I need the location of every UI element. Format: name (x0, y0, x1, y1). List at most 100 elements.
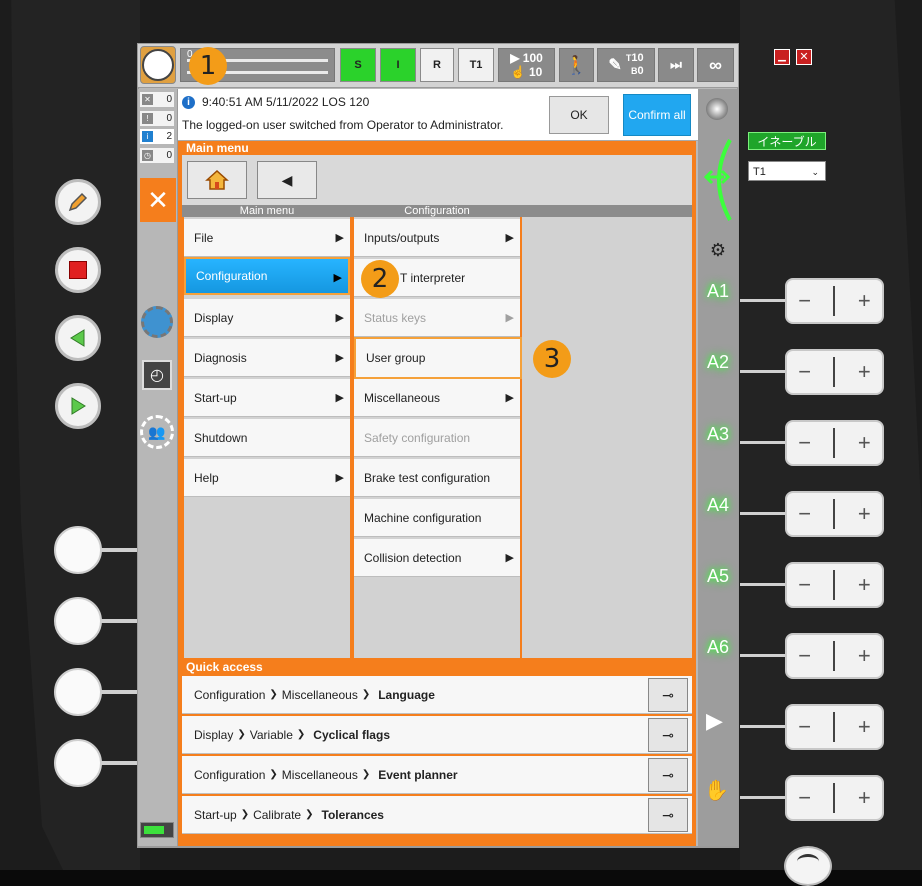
override-indicator[interactable]: ▶ 100 ☝ 10 (498, 48, 555, 82)
submenu-item-user-group[interactable]: User group (354, 337, 522, 379)
user-key-3[interactable] (54, 668, 102, 716)
wait-message-counter[interactable]: ◷ 0 (140, 148, 174, 163)
menu-item-help[interactable]: Help ▶ (184, 459, 350, 497)
plus-icon[interactable]: + (858, 643, 871, 669)
submenu-item-label: Status keys (364, 310, 427, 325)
back-button[interactable]: ◀ (257, 161, 317, 199)
jog-key-7[interactable]: − + (785, 704, 884, 750)
unpin-button[interactable]: ⊸ (648, 678, 688, 712)
plus-icon[interactable]: + (858, 785, 871, 811)
close-menu-button[interactable]: ✕ (140, 178, 176, 222)
globe-icon[interactable] (706, 98, 728, 120)
jog-key-a2[interactable]: − + (785, 349, 884, 395)
submenu-item-inputs-outputs[interactable]: Inputs/outputs ▶ (354, 219, 520, 257)
axis-label-a5: A5 (706, 566, 730, 586)
hand-jog-icon[interactable]: ✋ (704, 778, 729, 803)
minimize-button[interactable]: ▁ (774, 49, 790, 65)
incremental-jog-indicator[interactable]: ⏭ (658, 48, 694, 82)
quick-access-row[interactable]: Configuration ❯ Miscellaneous ❯ Language ⊸ (182, 676, 692, 714)
jog-key-a3[interactable]: − + (785, 420, 884, 466)
home-button[interactable] (187, 161, 247, 199)
quick-access-row[interactable]: Start-up ❯ Calibrate ❯ Tolerances ⊸ (182, 796, 692, 834)
jog-key-a5[interactable]: − + (785, 562, 884, 608)
menu-item-diagnosis[interactable]: Diagnosis ▶ (184, 339, 350, 377)
minus-icon[interactable]: − (798, 643, 811, 669)
user-key-4[interactable] (54, 739, 102, 787)
menu-item-display[interactable]: Display ▶ (184, 299, 350, 337)
minus-icon[interactable]: − (798, 785, 811, 811)
jog-key-a4[interactable]: − + (785, 491, 884, 537)
kuka-hardware-button[interactable] (784, 846, 832, 886)
program-state-indicator[interactable]: R (420, 48, 454, 82)
user-key-2[interactable] (54, 597, 102, 645)
operating-mode-indicator[interactable]: T1 (458, 48, 494, 82)
minus-icon[interactable]: − (798, 572, 811, 598)
plus-icon[interactable]: + (858, 501, 871, 527)
submenu-item-machine-configuration[interactable]: Machine configuration (354, 499, 520, 537)
start-forward-button[interactable] (55, 383, 101, 429)
jog-mode-indicator[interactable]: ∞ (697, 48, 734, 82)
base-number: 0 (637, 65, 644, 77)
menu-item-file[interactable]: File ▶ (184, 219, 350, 257)
stop-button[interactable] (55, 247, 101, 293)
jog-keys-axis-icon[interactable] (700, 135, 738, 225)
ok-button[interactable]: OK (549, 96, 609, 134)
plus-icon[interactable]: + (858, 714, 871, 740)
minus-icon[interactable]: − (798, 359, 811, 385)
menu-item-shutdown[interactable]: Shutdown (184, 419, 350, 457)
drives-indicator[interactable]: 🚶 (559, 48, 594, 82)
plus-icon[interactable]: + (858, 359, 871, 385)
submenu-item-label: Brake test configuration (364, 470, 491, 485)
enable-button[interactable]: イネーブル (748, 132, 826, 150)
menu-item-label: Help (194, 470, 219, 485)
minus-icon[interactable]: − (798, 288, 811, 314)
menu-item-start-up[interactable]: Start-up ▶ (184, 379, 350, 417)
col2-header: Configuration (352, 205, 522, 217)
plus-icon[interactable]: + (858, 572, 871, 598)
axis-label-a3: A3 (706, 424, 730, 444)
col1-header: Main menu (182, 205, 352, 217)
robot-interpreter-indicator[interactable]: I (380, 48, 416, 82)
unpin-button[interactable]: ⊸ (648, 718, 688, 752)
jog-key-a6[interactable]: − + (785, 633, 884, 679)
play-icon[interactable]: ▶ (706, 708, 723, 734)
robot-arm-icon[interactable]: ⚙ (706, 240, 730, 262)
clock-icon[interactable]: ◴ (142, 360, 172, 390)
user-group-icon[interactable]: 👥 (140, 415, 174, 449)
jog-key-a1[interactable]: − + (785, 278, 884, 324)
chevron-right-icon: ❯ (237, 729, 246, 740)
submenu-item-collision-detection[interactable]: Collision detection ▶ (354, 539, 520, 577)
plus-icon[interactable]: + (858, 288, 871, 314)
path-part: Miscellaneous (281, 767, 358, 782)
mode-select[interactable]: T1 ⌄ (748, 161, 826, 181)
menu-item-configuration[interactable]: Configuration ▶ (184, 257, 350, 295)
minus-icon[interactable]: − (798, 430, 811, 456)
quick-access-row[interactable]: Display ❯ Variable ❯ Cyclical flags ⊸ (182, 716, 692, 754)
status-message-counter[interactable]: ! 0 (140, 111, 174, 126)
unpin-button[interactable]: ⊸ (648, 798, 688, 832)
robot-settings-gear-icon[interactable] (141, 306, 173, 338)
submit-interpreter-indicator[interactable]: S (340, 48, 376, 82)
step-badge-1: 1 (189, 47, 227, 85)
ack-message-counter[interactable]: ✕ 0 (140, 92, 174, 107)
hand-small-icon: ☝ (510, 65, 529, 79)
tool-base-indicator[interactable]: ✎ T10 B0 (597, 48, 655, 82)
edit-pencil-button[interactable] (55, 179, 101, 225)
chevron-right-icon: ❯ (305, 809, 314, 820)
window-close-button[interactable]: ✕ (796, 49, 812, 65)
quick-access-row[interactable]: Configuration ❯ Miscellaneous ❯ Event planne… (182, 756, 692, 794)
plus-icon[interactable]: + (858, 430, 871, 456)
submenu-item-brake-test-configuration[interactable]: Brake test configuration (354, 459, 520, 497)
jog-key-8[interactable]: − + (785, 775, 884, 821)
step-badge-2: 2 (361, 260, 399, 298)
info-message-counter[interactable]: i2 (140, 129, 174, 144)
confirm-all-button[interactable]: Confirm all (623, 94, 691, 136)
submenu-item-miscellaneous[interactable]: Miscellaneous ▶ (354, 379, 520, 417)
jog-key-7-lever (740, 725, 787, 728)
unpin-button[interactable]: ⊸ (648, 758, 688, 792)
kuka-logo-button[interactable] (140, 46, 176, 84)
start-backwards-button[interactable] (55, 315, 101, 361)
minus-icon[interactable]: − (798, 501, 811, 527)
minus-icon[interactable]: − (798, 714, 811, 740)
user-key-1[interactable] (54, 526, 102, 574)
